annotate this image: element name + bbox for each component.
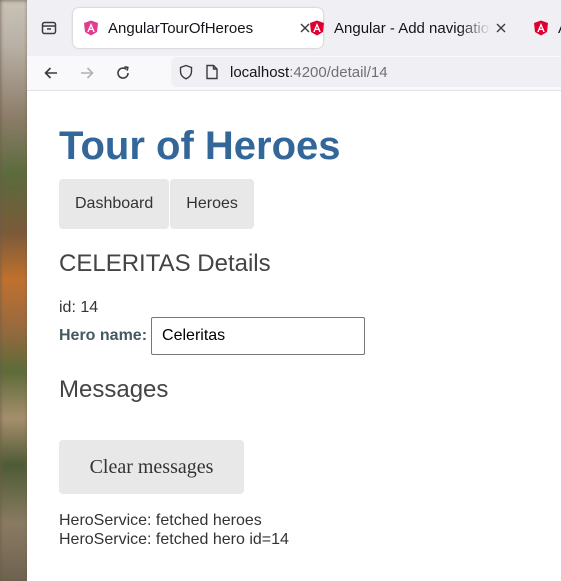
hero-name-input[interactable] (151, 317, 366, 355)
tab-title: Angular - Add navigation (334, 19, 491, 37)
reload-icon (117, 66, 129, 79)
clear-messages-button[interactable]: Clear messages (59, 440, 244, 494)
url-path: :4200/detail/14 (289, 63, 388, 81)
browser-window: AngularTourOfHeroes Angular - Add naviga… (27, 0, 561, 581)
message-item: HeroService: fetched hero id=14 (59, 531, 289, 548)
close-icon (496, 23, 506, 33)
nav-heroes-link[interactable]: Heroes (170, 179, 254, 229)
angular-pink-icon (84, 20, 98, 36)
tracking-protection-button[interactable] (177, 63, 195, 81)
nav-dashboard-link[interactable]: Dashboard (59, 179, 170, 229)
url-host: localhost (230, 63, 290, 81)
close-tab-button[interactable] (491, 18, 511, 38)
shield-icon (179, 64, 193, 80)
desktop-background (0, 0, 28, 581)
tab-angular-tour-of-heroes[interactable]: AngularTourOfHeroes (73, 8, 323, 48)
tab-title: AngularTourOfHeroes (108, 19, 254, 37)
list-all-tabs-button[interactable] (35, 14, 63, 42)
url-text: localhost:4200/detail/14 (230, 64, 388, 81)
messages-title: Messages (59, 376, 169, 403)
forward-arrow-icon (81, 67, 94, 79)
back-button[interactable] (37, 59, 65, 87)
message-item: HeroService: fetched heroes (59, 512, 262, 529)
back-arrow-icon (44, 67, 57, 79)
hero-id: id: 14 (59, 299, 99, 316)
navigation-toolbar: localhost:4200/detail/14 (27, 56, 561, 91)
hero-details-title: CELERITAS Details (59, 250, 271, 277)
site-info-button[interactable] (204, 63, 220, 81)
hero-name-label: Hero name: (59, 327, 148, 344)
page-icon (206, 64, 218, 80)
angular-red-icon (534, 20, 548, 36)
tab-list-icon (41, 21, 57, 35)
address-bar[interactable]: localhost:4200/detail/14 (171, 57, 561, 87)
forward-button[interactable] (73, 59, 101, 87)
angular-red-icon (310, 20, 324, 36)
app-nav: Dashboard Heroes (59, 179, 254, 229)
reload-button[interactable] (109, 59, 137, 87)
tab-angular-partial[interactable]: A (523, 8, 561, 48)
hero-name-row: Hero name: (59, 317, 366, 355)
app-title: Tour of Heroes (59, 124, 341, 168)
tab-angular-add-navigation[interactable]: Angular - Add navigation (299, 8, 519, 48)
tab-strip: AngularTourOfHeroes Angular - Add naviga… (27, 0, 561, 56)
